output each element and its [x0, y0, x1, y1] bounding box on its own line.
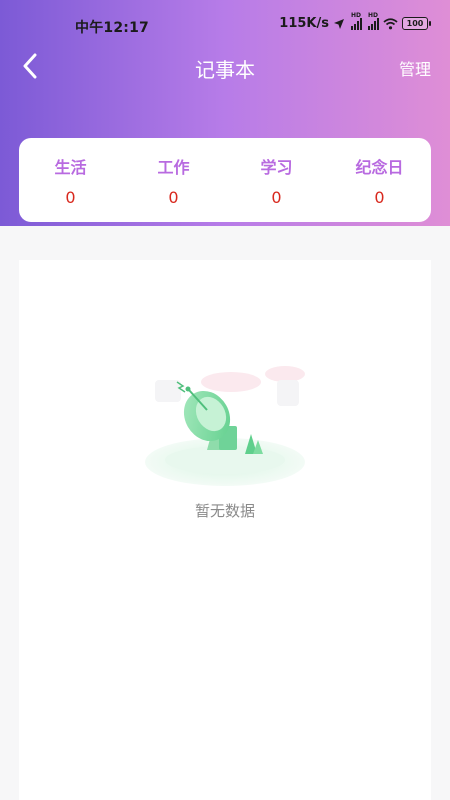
category-summary-card: 生活 0 工作 0 学习 0 纪念日 0 [19, 138, 431, 222]
category-count: 0 [168, 187, 179, 207]
manage-button[interactable]: 管理 [399, 56, 431, 80]
signal-icon: HD [368, 12, 379, 30]
category-life[interactable]: 生活 0 [21, 154, 121, 207]
category-count: 0 [271, 187, 282, 207]
battery-icon: 100 [402, 17, 431, 30]
status-bar: 中午12:17 115K/s HD HD 100 [0, 0, 450, 50]
category-anniversary[interactable]: 纪念日 0 [330, 154, 430, 207]
category-label: 学习 [260, 157, 293, 177]
signal-hd-label: HD [368, 11, 379, 19]
location-arrow-icon [334, 18, 344, 29]
wifi-icon [383, 17, 398, 29]
category-count: 0 [374, 187, 385, 207]
status-time: 中午12:17 [75, 20, 149, 36]
signal-hd-label: HD [351, 11, 362, 19]
category-count: 0 [65, 187, 76, 207]
empty-state-text: 暂无数据 [194, 502, 255, 520]
network-speed: 115K/s [279, 16, 329, 31]
status-icons: 115K/s HD HD 100 [279, 12, 431, 31]
satellite-dish-illustration [145, 366, 305, 486]
category-study[interactable]: 学习 0 [227, 154, 327, 207]
category-work[interactable]: 工作 0 [124, 154, 224, 207]
notes-list-panel: 暂无数据 [19, 260, 431, 800]
category-label: 工作 [157, 157, 190, 177]
category-label: 纪念日 [355, 157, 404, 177]
nav-bar: 记事本 管理 [0, 44, 450, 88]
page-title: 记事本 [195, 58, 255, 82]
category-label: 生活 [54, 157, 87, 177]
signal-icon: HD [351, 12, 362, 30]
